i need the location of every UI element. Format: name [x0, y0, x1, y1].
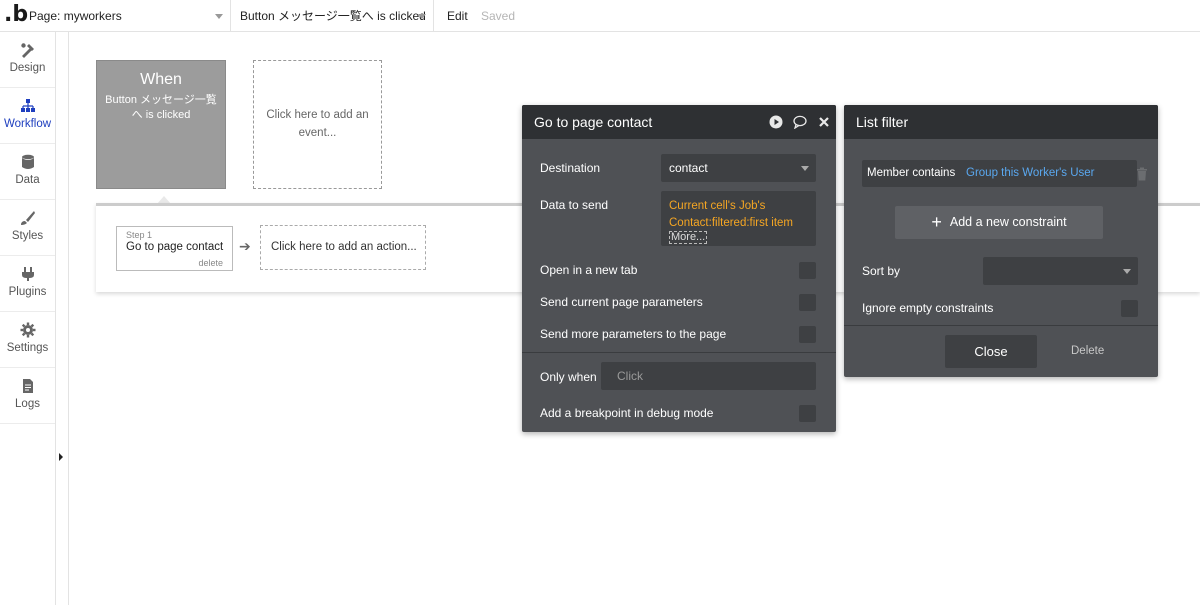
constraint-row[interactable]: Member contains Group this Worker's User: [862, 160, 1137, 187]
sidebar-item-settings[interactable]: Settings: [0, 312, 55, 368]
divider: [522, 352, 836, 353]
top-bar: .b Page: myworkers Button メッセージ一覧へ is cl…: [0, 0, 1200, 32]
destination-label: Destination: [540, 161, 601, 175]
comment-icon[interactable]: [793, 115, 807, 129]
canvas-divider: [68, 32, 69, 605]
event-name: Button メッセージ一覧へ is clicked: [105, 94, 217, 121]
edit-menu[interactable]: Edit: [447, 0, 468, 32]
send-params-checkbox[interactable]: [799, 294, 816, 311]
add-constraint-label: Add a new constraint: [949, 215, 1067, 229]
panel-title: List filter: [856, 114, 909, 130]
step-card[interactable]: Step 1 Go to page contact delete: [116, 226, 233, 271]
expression-line-1: Current cell's Job's: [669, 200, 766, 212]
chevron-down-icon: [215, 14, 223, 19]
chevron-down-icon: [1123, 269, 1131, 274]
delete-button[interactable]: Delete: [1071, 345, 1104, 357]
sidebar-item-label: Styles: [11, 230, 44, 242]
panel-header: List filter: [844, 105, 1158, 139]
gear-icon: [20, 322, 35, 338]
constraint-value[interactable]: Group this Worker's User: [966, 160, 1095, 187]
sidebar-item-label: Data: [15, 174, 40, 186]
panel-title: Go to page contact: [534, 114, 653, 130]
close-icon[interactable]: [817, 115, 831, 129]
sidebar-item-label: Logs: [15, 398, 40, 410]
database-icon: [21, 154, 34, 169]
only-when-input[interactable]: Click: [601, 362, 816, 390]
page-selector[interactable]: Page: myworkers: [28, 0, 231, 32]
plug-icon: [21, 267, 34, 281]
step-number: Step 1: [126, 230, 153, 240]
more-link[interactable]: More...: [669, 231, 708, 244]
data-to-send-label: Data to send: [540, 198, 609, 212]
sidebar-item-plugins[interactable]: Plugins: [0, 256, 55, 312]
list-filter-panel: List filter Member contains Group this W…: [844, 105, 1158, 377]
brush-icon: [20, 211, 35, 225]
step-name: Go to page contact: [126, 241, 224, 253]
expand-panel-arrow-icon[interactable]: [59, 453, 63, 461]
sidebar-item-label: Workflow: [3, 118, 52, 130]
sort-by-dropdown[interactable]: [983, 257, 1138, 285]
play-icon[interactable]: [769, 115, 783, 129]
action-properties-panel: Go to page contact Destination contact D…: [522, 105, 836, 432]
plus-icon: +: [931, 212, 942, 232]
send-more-params-checkbox[interactable]: [799, 326, 816, 343]
document-icon: [22, 379, 33, 393]
page-selector-label: Page: myworkers: [29, 9, 122, 23]
send-params-label: Send current page parameters: [540, 295, 703, 309]
close-button[interactable]: Close: [945, 335, 1037, 368]
breakpoint-checkbox[interactable]: [799, 405, 816, 422]
sidebar-item-styles[interactable]: Styles: [0, 200, 55, 256]
sidebar: Design Workflow Data Styles Plugins Sett…: [0, 32, 56, 605]
sidebar-item-workflow[interactable]: Workflow: [0, 88, 55, 144]
send-more-params-label: Send more parameters to the page: [540, 327, 727, 341]
open-new-tab-label: Open in a new tab: [540, 263, 638, 277]
divider: [844, 325, 1158, 326]
save-status: Saved: [481, 9, 516, 23]
add-constraint-button[interactable]: + Add a new constraint: [895, 206, 1103, 239]
arrow-right-icon: ➔: [239, 238, 251, 254]
trash-icon[interactable]: [1136, 167, 1148, 181]
bubble-logo[interactable]: .b: [4, 3, 28, 27]
step-delete-link[interactable]: delete: [198, 258, 223, 268]
breakpoint-label: Add a breakpoint in debug mode: [540, 406, 714, 420]
design-icon: [20, 43, 34, 58]
sidebar-item-design[interactable]: Design: [0, 32, 55, 88]
sidebar-item-label: Design: [9, 62, 46, 74]
ignore-empty-label: Ignore empty constraints: [862, 301, 994, 315]
sidebar-item-label: Settings: [6, 342, 49, 354]
data-to-send-expression[interactable]: Current cell's Job's Contact:filtered:fi…: [661, 191, 816, 246]
open-new-tab-checkbox[interactable]: [799, 262, 816, 279]
chevron-down-icon: [418, 14, 426, 19]
sidebar-item-label: Plugins: [8, 286, 47, 298]
chevron-down-icon: [801, 166, 809, 171]
ignore-empty-checkbox[interactable]: [1121, 300, 1138, 317]
event-card[interactable]: When Button メッセージ一覧へ is clicked: [96, 60, 226, 189]
add-action-placeholder[interactable]: Click here to add an action...: [260, 225, 426, 270]
sidebar-item-logs[interactable]: Logs: [0, 368, 55, 424]
panel-header: Go to page contact: [522, 105, 836, 139]
destination-dropdown[interactable]: contact: [661, 154, 816, 182]
constraint-key: Member contains: [867, 167, 956, 179]
workflow-icon: [20, 99, 35, 112]
only-when-label: Only when: [540, 370, 597, 384]
expression-line-2: Contact:filtered:first item: [669, 217, 793, 229]
event-selector-label: Button メッセージ一覧へ is clicked: [240, 9, 426, 23]
destination-value: contact: [669, 161, 708, 175]
sidebar-item-data[interactable]: Data: [0, 144, 55, 200]
event-when-label: When: [140, 71, 182, 88]
add-event-placeholder[interactable]: Click here to add an event...: [253, 60, 382, 189]
event-selector[interactable]: Button メッセージ一覧へ is clicked: [232, 0, 434, 32]
sort-by-label: Sort by: [862, 264, 901, 278]
